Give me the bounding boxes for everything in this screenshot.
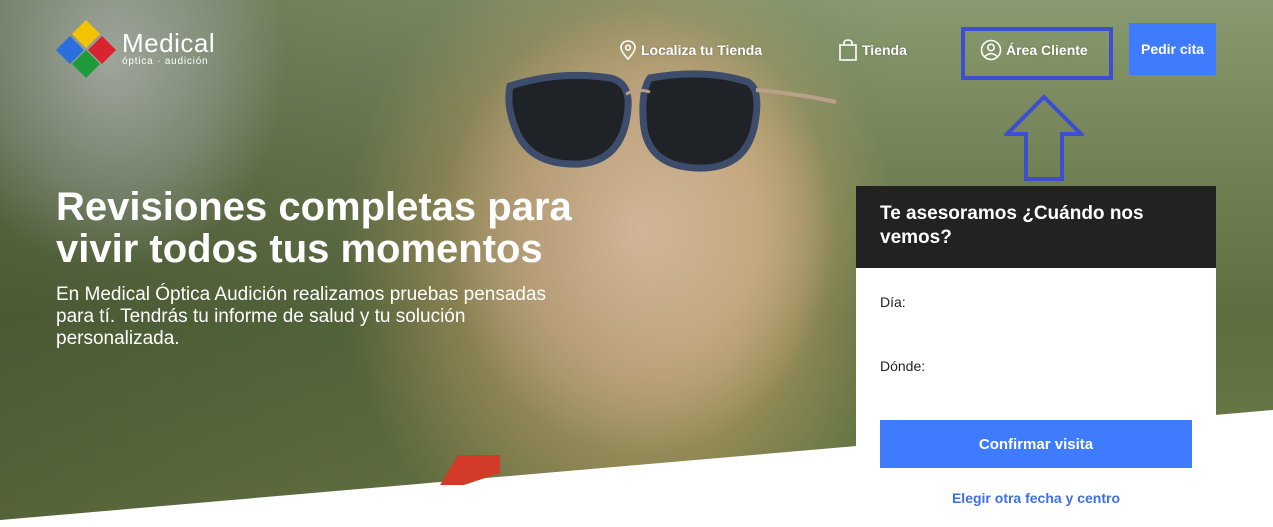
map-pin-icon <box>620 40 636 60</box>
pedir-cita-button[interactable]: Pedir cita <box>1129 23 1216 75</box>
hero-subtitle: En Medical Óptica Audición realizamos pr… <box>56 284 547 349</box>
booking-card-title: Te asesoramos ¿Cuándo nos vemos? <box>856 186 1216 268</box>
brand-logo-icon <box>56 20 116 78</box>
nav-tienda[interactable]: Tienda <box>838 38 907 62</box>
sunglasses-illustration <box>505 70 837 172</box>
highlight-box <box>961 27 1113 80</box>
place-label: Dónde: <box>880 358 926 374</box>
other-date-link[interactable]: Elegir otra fecha y centro <box>856 490 1216 506</box>
brand-logo[interactable]: Medical óptica · audición <box>56 20 215 78</box>
nav-localiza-tienda[interactable]: Localiza tu Tienda <box>619 38 762 62</box>
place-field[interactable] <box>946 352 1186 380</box>
day-field[interactable] <box>946 288 1186 316</box>
confirmar-visita-button[interactable]: Confirmar visita <box>880 420 1192 468</box>
day-label: Día: <box>880 294 906 310</box>
shopping-bag-icon <box>839 39 857 61</box>
hero-title: Revisiones completas para vivir todos tu… <box>56 185 572 271</box>
nav-label: Localiza tu Tienda <box>641 42 763 58</box>
arrow-up-icon <box>1004 94 1084 181</box>
booking-card: Te asesoramos ¿Cuándo nos vemos? Día: Dó… <box>856 186 1216 527</box>
nav-label: Tienda <box>862 42 907 58</box>
brand-tagline: óptica · audición <box>122 56 209 67</box>
brand-name: Medical <box>122 28 216 58</box>
